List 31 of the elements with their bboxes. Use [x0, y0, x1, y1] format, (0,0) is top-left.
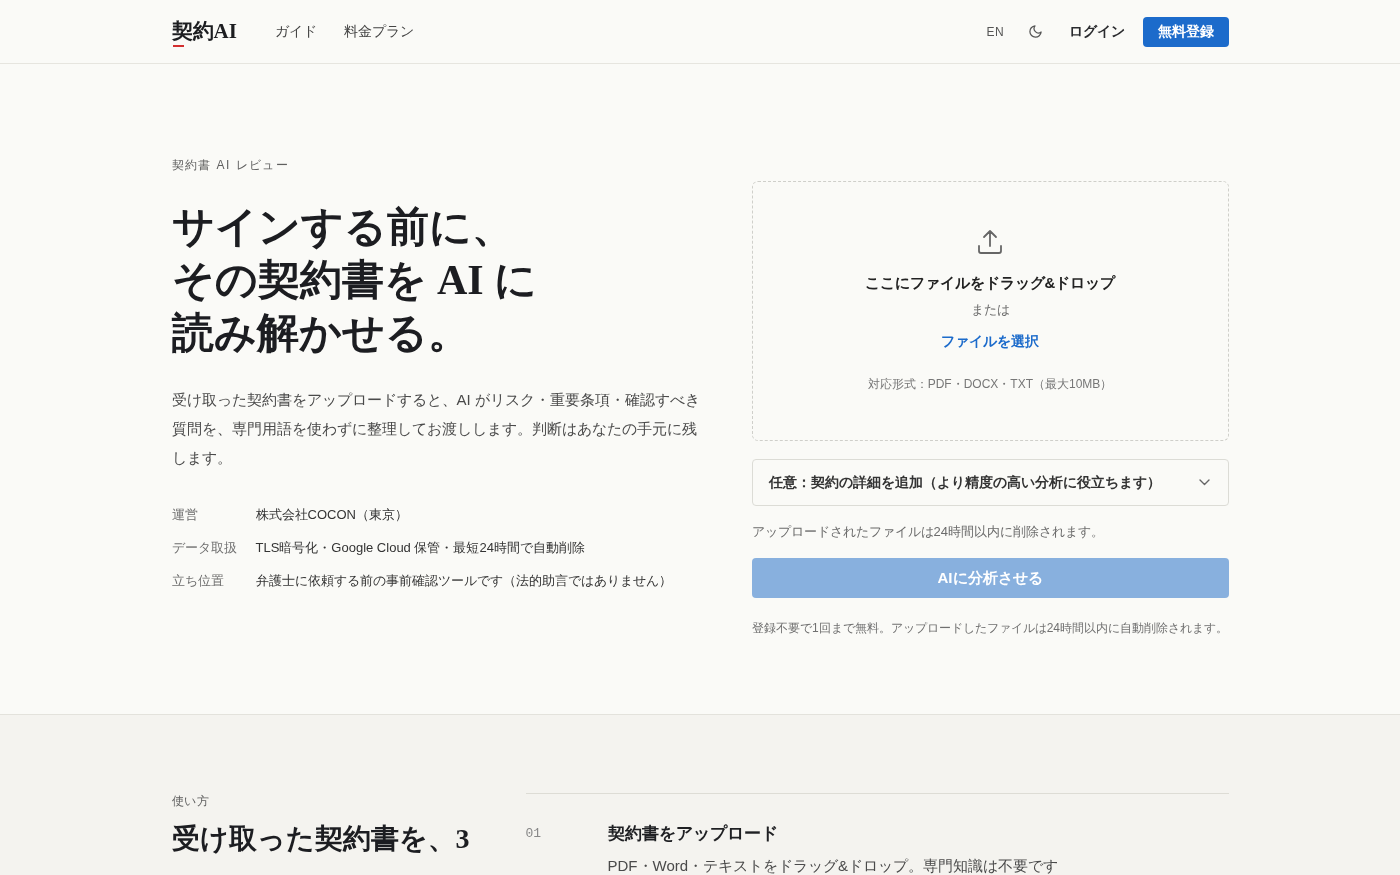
- hero-description: 受け取った契約書をアップロードすると、AI がリスク・重要条項・確認すべき質問を、専門用語を使わずに整理してお渡しします。判断はあなたの手元に残します。: [171, 390, 701, 468]
- nav-link[interactable]: ガイド: [274, 21, 317, 42]
- step-title: 契約書をアップロード: [607, 823, 779, 845]
- nav-link[interactable]: 料金プラン: [343, 21, 414, 42]
- logo[interactable]: 契約AI: [171, 18, 237, 44]
- fact-label: 運営: [171, 506, 199, 524]
- step-description: PDF・Word・テキストをドラッグ&ドロップ。専門知識は不要です: [607, 857, 1059, 875]
- moon-icon[interactable]: [1027, 24, 1043, 39]
- free-trial-note: 登録不要で1回まで無料。アップロードしたファイルは24時間以内に自動削除されます。: [751, 620, 1229, 637]
- hero-headline: サインする前に、 その契約書を AI に 読み解かせる。: [171, 203, 539, 358]
- section-heading: 受け取った契約書を、3: [171, 822, 471, 856]
- signup-button[interactable]: 無料登録: [1142, 16, 1229, 47]
- drop-zone-title: ここにファイルをドラッグ&ドロップ: [864, 273, 1116, 293]
- fact-value: 弁護士に依頼する前の事前確認ツールです（法的助言ではありません）: [255, 572, 672, 590]
- drop-zone-separator: または: [970, 301, 1010, 319]
- section-eyebrow: 使い方: [171, 793, 212, 810]
- file-drop-zone[interactable]: ここにファイルをドラッグ&ドロップ または ファイルを選択 対応形式：PDF・DOCX・TXT（最大10MB）: [751, 181, 1229, 441]
- fact-value: 株式会社COCON（東京）: [255, 506, 408, 524]
- fact-label: 立ち位置: [171, 572, 225, 590]
- step-number: 01: [525, 825, 543, 843]
- fact-label: データ取扱: [171, 539, 238, 557]
- language-toggle[interactable]: EN: [986, 22, 1005, 41]
- retention-note: アップロードされたファイルは24時間以内に削除されます。: [751, 523, 1105, 541]
- details-toggle[interactable]: 任意：契約の詳細を追加（より精度の高い分析に役立ちます）: [751, 459, 1229, 506]
- upload-icon: [977, 229, 1003, 255]
- logo-underline-icon: [172, 45, 184, 47]
- supported-formats-text: 対応形式：PDF・DOCX・TXT（最大10MB）: [867, 376, 1113, 393]
- select-file-link[interactable]: ファイルを選択: [941, 330, 1039, 352]
- login-link[interactable]: ログイン: [1068, 21, 1125, 42]
- fact-value: TLS暗号化・Google Cloud 保管・最短24時間で自動削除: [255, 539, 585, 557]
- eyebrow-text: 契約書 AI レビュー: [171, 157, 291, 174]
